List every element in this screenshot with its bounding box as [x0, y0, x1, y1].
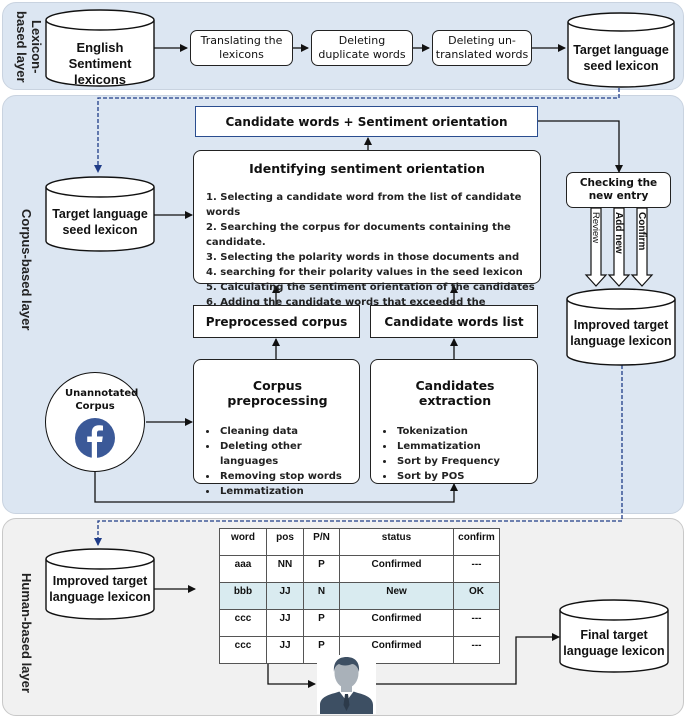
preprocessing-item: Cleaning data — [218, 424, 351, 439]
table-cell: --- — [453, 609, 500, 637]
table-cell: --- — [453, 636, 500, 664]
human-improved-lexicon-label: Improved target language lexicon — [49, 574, 151, 604]
lexicon-layer-label-text: Lexicon-based layer — [14, 11, 44, 83]
candidate-words-list-box: Candidate words list — [370, 305, 538, 338]
candidates-extraction-box: Candidates extraction Tokenization Lemma… — [370, 359, 538, 484]
improved-lexicon-db: Improved target language lexicon — [565, 287, 677, 367]
table-cell: ccc — [219, 636, 267, 664]
table-cell: ccc — [219, 609, 267, 637]
table-cell: New — [339, 582, 454, 610]
person-icon — [317, 655, 376, 714]
preprocessed-corpus-box: Preprocessed corpus — [193, 305, 360, 338]
table-header: pos — [266, 528, 304, 556]
human-layer-label: Human-based layer — [14, 548, 34, 718]
table-cell: JJ — [266, 636, 304, 664]
table-cell: OK — [453, 582, 500, 610]
candidate-words-list-label: Candidate words list — [384, 314, 524, 329]
extraction-item: Tokenization — [395, 424, 529, 439]
table-row: ccc JJ P Confirmed --- — [219, 609, 500, 637]
identifying-step: 3. Selecting the polarity words in those… — [206, 252, 520, 263]
candidate-output-box: Candidate words + Sentiment orientation — [195, 106, 538, 137]
extraction-item: Sort by Frequency — [395, 454, 529, 469]
facebook-icon — [75, 418, 115, 458]
add-new-label: Add new — [613, 212, 624, 254]
identifying-step: 2. Searching the corpus for documents co… — [206, 222, 511, 248]
final-lexicon-db: Final target language lexicon — [558, 598, 670, 674]
identifying-sentiment-box: Identifying sentiment orientation 1. Sel… — [193, 150, 541, 323]
improved-lexicon-label: Improved target language lexicon — [570, 318, 672, 348]
corpus-seed-lexicon-label: Target language seed lexicon — [52, 207, 148, 237]
table-cell: bbb — [219, 582, 267, 610]
table-cell: JJ — [266, 582, 304, 610]
human-improved-lexicon-db: Improved target language lexicon — [44, 548, 156, 620]
table-cell: Confirmed — [339, 555, 454, 583]
unannotated-corpus-label: Unannotated Corpus — [65, 388, 139, 412]
preprocessing-item: Deleting other languages — [218, 439, 351, 469]
checking-new-entry-label: Checking the new entry — [579, 177, 658, 202]
preprocessing-item: Lemmatization — [218, 484, 351, 499]
table-cell: NN — [266, 555, 304, 583]
table-row: aaa NN P Confirmed --- — [219, 555, 500, 583]
table-cell: aaa — [219, 555, 267, 583]
step-deleting-duplicates-label: Deleting duplicate words — [318, 34, 406, 61]
final-lexicon-label: Final target language lexicon — [563, 628, 665, 658]
table-header: P/N — [303, 528, 340, 556]
review-label: Review — [590, 212, 601, 244]
table-header: status — [339, 528, 454, 556]
step-deleting-untranslated-label: Deleting un-translated words — [435, 34, 529, 61]
preprocessing-items: Cleaning data Deleting other languages R… — [204, 424, 351, 499]
target-seed-lexicon-db: Target language seed lexicon — [566, 8, 676, 88]
step-translating: Translating the lexicons — [190, 30, 293, 66]
table-cell: Confirmed — [339, 609, 454, 637]
step-deleting-untranslated: Deleting un-translated words — [432, 30, 532, 66]
identifying-title: Identifying sentiment orientation — [249, 161, 485, 176]
table-header-row: word pos P/N status confirm — [219, 528, 500, 556]
lexicon-layer-label: Lexicon-based layer — [10, 8, 44, 86]
extraction-item: Sort by POS — [395, 469, 529, 484]
identifying-step: 1. Selecting a candidate word from the l… — [206, 192, 522, 218]
preprocessed-corpus-label: Preprocessed corpus — [205, 314, 348, 329]
corpus-seed-lexicon-db: Target language seed lexicon — [44, 175, 156, 253]
corpus-layer-label-text: Corpus-based layer — [19, 209, 34, 331]
extraction-item: Lemmatization — [395, 439, 529, 454]
target-seed-lexicon-label: Target language seed lexicon — [573, 43, 669, 73]
confirm-label: Confirm — [636, 212, 647, 251]
step-deleting-duplicates: Deleting duplicate words — [311, 30, 413, 66]
corpus-preprocessing-title: Corpus preprocessing — [227, 378, 328, 408]
table-header: confirm — [453, 528, 500, 556]
extraction-items: Tokenization Lemmatization Sort by Frequ… — [381, 424, 529, 484]
corpus-preprocessing-box: Corpus preprocessing Cleaning data Delet… — [193, 359, 360, 497]
table-cell: --- — [453, 555, 500, 583]
table-cell: P — [303, 555, 340, 583]
candidate-output-label: Candidate words + Sentiment orientation — [225, 114, 508, 129]
table-cell: P — [303, 609, 340, 637]
step-translating-label: Translating the lexicons — [200, 34, 283, 61]
identifying-step: 5. Calculating the sentiment orientation… — [206, 282, 535, 293]
table-cell: N — [303, 582, 340, 610]
table-row-highlighted: bbb JJ N New OK — [219, 582, 500, 610]
table-cell: JJ — [266, 609, 304, 637]
human-layer-label-text: Human-based layer — [19, 573, 34, 693]
identifying-step: 4. searching for their polarity values i… — [206, 267, 523, 278]
preprocessing-item: Removing stop words — [218, 469, 351, 484]
review-table: word pos P/N status confirm aaa NN P Con… — [219, 528, 500, 664]
english-sentiment-lexicons-db: English Sentiment lexicons — [44, 8, 156, 88]
candidates-extraction-title: Candidates extraction — [415, 378, 495, 408]
table-header: word — [219, 528, 267, 556]
checking-new-entry-box: Checking the new entry — [566, 172, 671, 208]
unannotated-corpus: Unannotated Corpus — [45, 372, 145, 472]
corpus-layer-label: Corpus-based layer — [14, 180, 34, 360]
english-lexicons-label: English Sentiment lexicons — [68, 40, 132, 87]
